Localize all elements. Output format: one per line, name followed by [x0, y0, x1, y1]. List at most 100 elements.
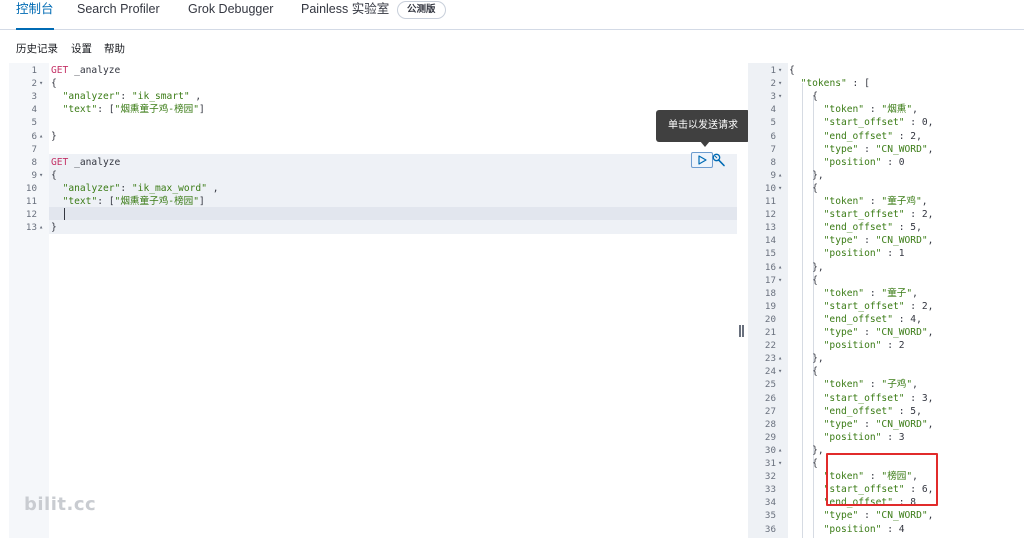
menu-settings[interactable]: 设置	[71, 41, 92, 56]
line-number: 11	[25, 196, 37, 207]
code-text: "position" : 4	[789, 523, 905, 536]
code-token: :	[858, 143, 876, 155]
code-text: "tokens" : [	[789, 77, 870, 90]
code-token: : 5,	[892, 222, 922, 234]
code-token: : 2,	[904, 300, 934, 312]
code-line: 24 ▾ {	[748, 365, 1024, 378]
code-text: "position" : 2	[789, 339, 905, 352]
tab-console[interactable]: 控制台	[16, 0, 54, 30]
code-line: 8 GET _analyze	[9, 156, 737, 169]
code-text: {	[789, 365, 818, 378]
code-token: "烟熏童子鸡-榜园"	[114, 196, 200, 207]
fold-toggle-icon[interactable]: ▾	[778, 77, 782, 90]
code-text: {	[789, 274, 818, 287]
fold-toggle-icon[interactable]: ▾	[778, 365, 782, 378]
code-text: "start_offset" : 0,	[789, 116, 934, 129]
code-token: "tokens"	[800, 78, 847, 90]
fold-toggle-icon[interactable]: ▾	[778, 457, 782, 470]
send-request-button[interactable]	[691, 152, 713, 168]
fold-toggle-icon[interactable]: ▾	[39, 77, 43, 90]
code-text: }	[51, 130, 57, 143]
line-number: 1	[31, 65, 37, 76]
fold-toggle-icon[interactable]: ▾	[778, 64, 782, 77]
fold-toggle-icon[interactable]: ▴	[778, 444, 782, 457]
line-number: 8	[31, 156, 37, 168]
code-token: :	[858, 235, 876, 247]
code-token: : 2,	[892, 130, 922, 142]
code-token: :	[864, 196, 882, 207]
request-editor[interactable]: 1 GET _analyze 2 ▾{3 "analyzer": "ik_smart"…	[9, 63, 737, 538]
code-token: "position"	[823, 156, 882, 168]
line-number: 15	[764, 248, 776, 260]
code-text: "type" : "CN_WORD",	[789, 509, 934, 522]
code-token: ,	[189, 91, 202, 103]
tab-search-profiler[interactable]: Search Profiler	[77, 0, 160, 30]
fold-toggle-icon[interactable]: ▴	[778, 352, 782, 365]
line-number: 27	[764, 405, 776, 417]
code-text: "end_offset" : 5,	[789, 405, 922, 418]
fold-toggle-icon[interactable]: ▾	[778, 274, 782, 287]
code-token: : 3,	[904, 392, 934, 404]
code-token: {	[51, 78, 57, 90]
code-line: 18 "token" : "童子",	[748, 287, 1024, 300]
code-token: "type"	[823, 235, 859, 247]
code-line: 6 ▴}	[9, 130, 737, 143]
fold-toggle-icon[interactable]: ▴	[39, 221, 43, 234]
code-text: "position" : 3	[789, 431, 905, 444]
code-token: : 2	[881, 340, 905, 352]
line-number: 3	[770, 91, 776, 103]
code-text: "end_offset" : 4,	[789, 313, 922, 326]
code-line: 16 ▴ },	[748, 261, 1024, 274]
code-token: : 4,	[892, 313, 922, 325]
code-text: "type" : "CN_WORD",	[789, 418, 934, 431]
code-line: 25 "token" : "子鸡",	[748, 378, 1024, 391]
code-token: "start_offset"	[823, 300, 905, 312]
code-token: : 4	[881, 523, 905, 535]
code-token: ,	[912, 287, 918, 299]
code-line: 23 ▴ },	[748, 352, 1024, 365]
line-number: 5	[770, 117, 776, 129]
code-token: "token"	[823, 104, 865, 116]
tab-painless-lab[interactable]: Painless 实验室	[301, 0, 389, 30]
code-text: "position" : 1	[789, 247, 905, 260]
code-token: : [	[97, 104, 115, 116]
fold-toggle-icon[interactable]: ▴	[39, 130, 43, 143]
tab-grok-debugger[interactable]: Grok Debugger	[188, 0, 273, 30]
line-number: 8	[770, 156, 776, 168]
fold-toggle-icon[interactable]: ▾	[39, 169, 43, 182]
code-token: :	[864, 379, 882, 391]
request-actions-button[interactable]	[712, 153, 726, 168]
code-line: 11 "token" : "童子鸡",	[748, 195, 1024, 208]
code-token: "position"	[823, 431, 882, 443]
code-text: "position" : 0	[789, 156, 905, 169]
fold-toggle-icon[interactable]: ▴	[778, 169, 782, 182]
code-token: }	[51, 222, 57, 234]
code-token: "type"	[823, 143, 859, 155]
code-text: "end_offset" : 2,	[789, 130, 922, 143]
menu-history[interactable]: 历史记录	[16, 41, 58, 56]
line-number: 10	[764, 182, 776, 194]
fold-toggle-icon[interactable]: ▴	[778, 261, 782, 274]
pane-resizer[interactable]	[739, 325, 744, 337]
code-text: "analyzer": "ik_max_word" ,	[51, 182, 219, 195]
code-line: 35 "type" : "CN_WORD",	[748, 509, 1024, 522]
code-line: 3 "analyzer": "ik_smart" ,	[9, 90, 737, 103]
line-number: 35	[764, 510, 776, 522]
fold-toggle-icon[interactable]: ▾	[778, 182, 782, 195]
code-token: "start_offset"	[823, 117, 905, 129]
code-line: 11 "text": ["烟熏童子鸡-榜园"]	[9, 195, 737, 208]
menu-help[interactable]: 帮助	[104, 41, 125, 56]
code-token: "token"	[823, 379, 865, 391]
line-number: 14	[764, 235, 776, 247]
fold-toggle-icon[interactable]: ▾	[778, 90, 782, 103]
code-line: 1 GET _analyze	[9, 64, 737, 77]
